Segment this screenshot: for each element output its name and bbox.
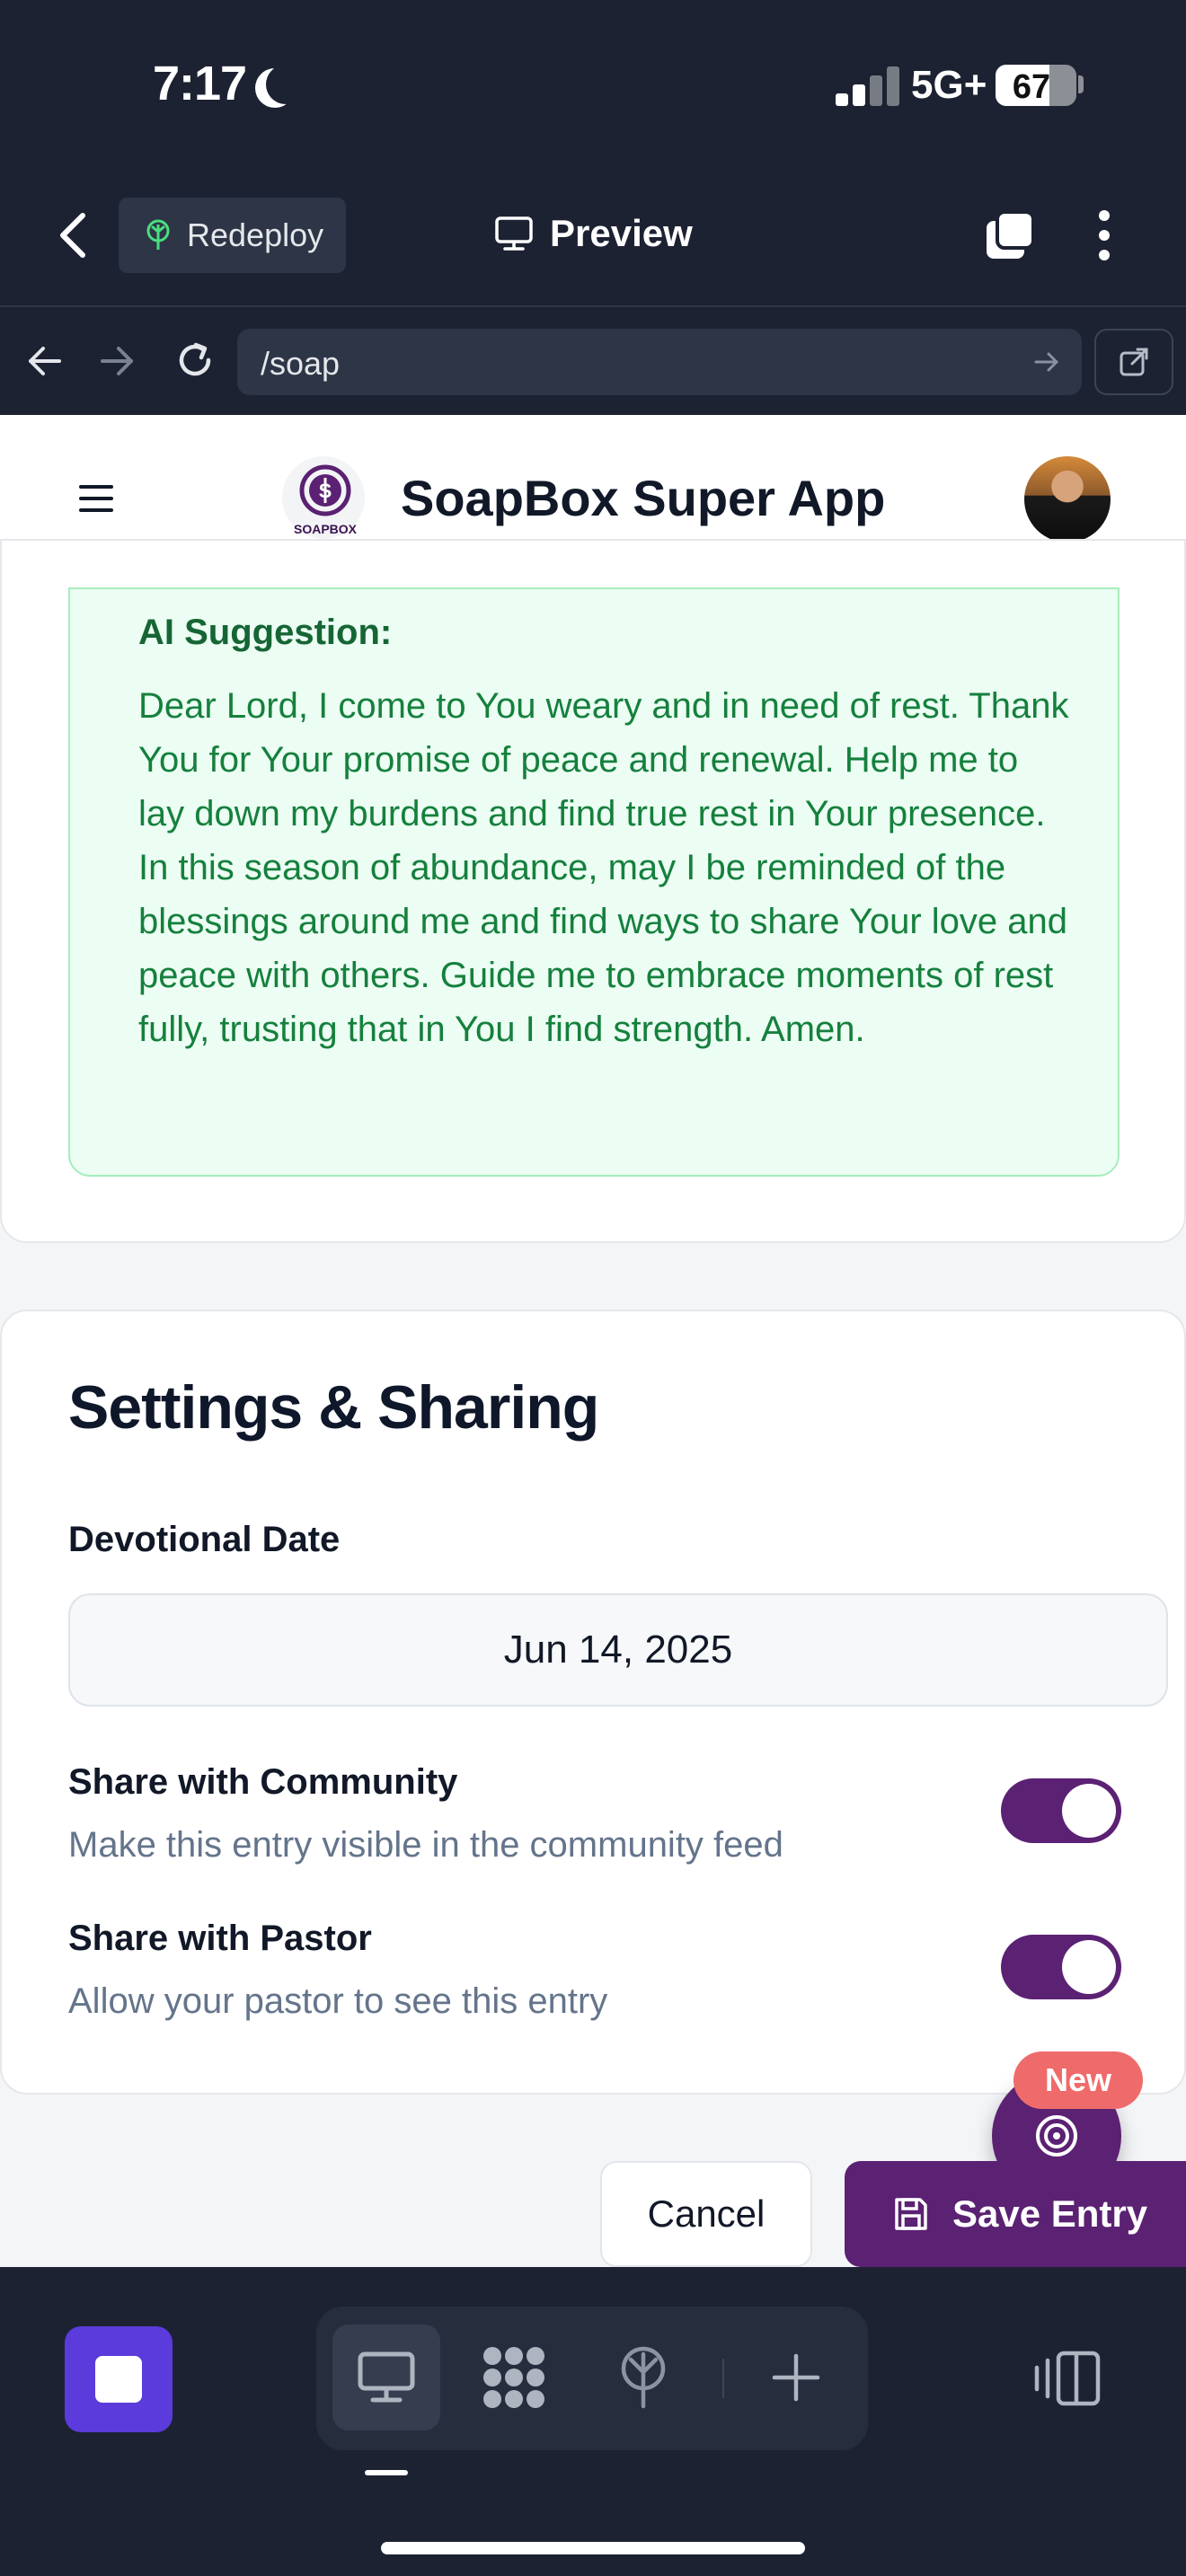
new-badge: New xyxy=(1013,2051,1143,2109)
network-type: 5G+ xyxy=(911,63,987,107)
dock-toolbar xyxy=(316,2307,868,2450)
bottom-dock xyxy=(0,2267,1186,2576)
preview-tab[interactable]: Preview xyxy=(494,212,693,255)
url-text: /soap xyxy=(261,345,341,382)
open-external-button[interactable] xyxy=(1094,329,1173,395)
share-pastor-description: Allow your pastor to see this entry xyxy=(68,1981,608,2021)
soapbox-logo: S SOAPBOX xyxy=(282,456,365,539)
settings-card: Settings & Sharing Devotional Date Jun 1… xyxy=(0,1310,1186,2095)
toggle-knob xyxy=(1062,1940,1116,1994)
stop-square-icon xyxy=(95,2356,142,2403)
share-pastor-toggle[interactable] xyxy=(1001,1935,1121,1999)
split-panel-icon[interactable] xyxy=(1033,2350,1102,2407)
prayer-card: AI Suggestion: Dear Lord, I come to You … xyxy=(0,539,1186,1243)
reload-icon[interactable] xyxy=(173,338,217,383)
dock-apps-button[interactable] xyxy=(460,2325,568,2430)
share-community-title: Share with Community xyxy=(68,1762,458,1802)
devotional-date-label: Devotional Date xyxy=(68,1520,341,1559)
nav-forward-arrow-icon[interactable] xyxy=(97,341,137,381)
do-not-disturb-moon-icon xyxy=(266,65,305,104)
more-vertical-icon[interactable] xyxy=(1091,208,1118,262)
save-entry-button[interactable]: Save Entry xyxy=(845,2161,1186,2267)
monitor-icon xyxy=(495,216,533,251)
battery-tip xyxy=(1078,75,1084,93)
dock-deploy-button[interactable] xyxy=(589,2325,697,2430)
preview-label: Preview xyxy=(550,212,693,254)
deploy-tree-icon xyxy=(146,219,170,250)
ai-suggestion-text: Dear Lord, I come to You weary and in ne… xyxy=(138,686,1069,1049)
apps-grid-icon xyxy=(483,2347,544,2408)
share-community-description: Make this entry visible in the community… xyxy=(68,1825,783,1865)
settings-title: Settings & Sharing xyxy=(68,1373,599,1442)
menu-hamburger-icon[interactable] xyxy=(79,485,113,514)
cellular-signal-icon xyxy=(836,66,900,106)
cancel-button[interactable]: Cancel xyxy=(600,2161,812,2267)
nav-back-arrow-icon[interactable] xyxy=(25,341,65,381)
share-pastor-title: Share with Pastor xyxy=(68,1919,372,1958)
desktop-icon xyxy=(358,2351,415,2403)
url-input[interactable]: /soap xyxy=(237,329,1082,395)
battery-icon: 67 xyxy=(996,65,1076,106)
save-disk-icon xyxy=(895,2198,927,2230)
home-indicator xyxy=(381,2542,805,2554)
ai-suggestion-box: AI Suggestion: Dear Lord, I come to You … xyxy=(68,587,1120,1177)
active-dock-indicator xyxy=(365,2470,408,2475)
target-icon xyxy=(1036,2115,1077,2157)
redeploy-button[interactable]: Redeploy xyxy=(119,198,346,273)
plus-icon xyxy=(772,2353,820,2402)
back-chevron-icon[interactable] xyxy=(52,208,97,262)
status-time: 7:17 xyxy=(153,57,247,110)
ai-suggestion-label: AI Suggestion: xyxy=(138,613,393,652)
redeploy-label: Redeploy xyxy=(187,216,324,253)
svg-text:SOAPBOX: SOAPBOX xyxy=(294,522,358,536)
external-link-icon xyxy=(1120,348,1148,376)
stop-button[interactable] xyxy=(65,2326,173,2432)
deploy-tree-icon xyxy=(621,2346,666,2409)
dock-separator xyxy=(722,2359,724,2398)
url-bar: /soap xyxy=(0,305,1186,415)
app-title: SoapBox Super App xyxy=(401,470,886,526)
devotional-date-input[interactable]: Jun 14, 2025 xyxy=(68,1593,1168,1707)
battery-percent: 67 xyxy=(1012,68,1051,106)
dock-add-button[interactable] xyxy=(742,2325,850,2430)
go-arrow-icon[interactable] xyxy=(1033,348,1060,375)
dock-preview-button[interactable] xyxy=(332,2325,440,2430)
user-avatar[interactable] xyxy=(1024,456,1111,543)
cancel-label: Cancel xyxy=(647,2192,766,2235)
save-entry-label: Save Entry xyxy=(952,2192,1148,2235)
toggle-knob xyxy=(1062,1784,1116,1838)
tabs-icon[interactable] xyxy=(983,210,1037,262)
devotional-date-value: Jun 14, 2025 xyxy=(503,1628,733,1672)
share-community-toggle[interactable] xyxy=(1001,1778,1121,1843)
